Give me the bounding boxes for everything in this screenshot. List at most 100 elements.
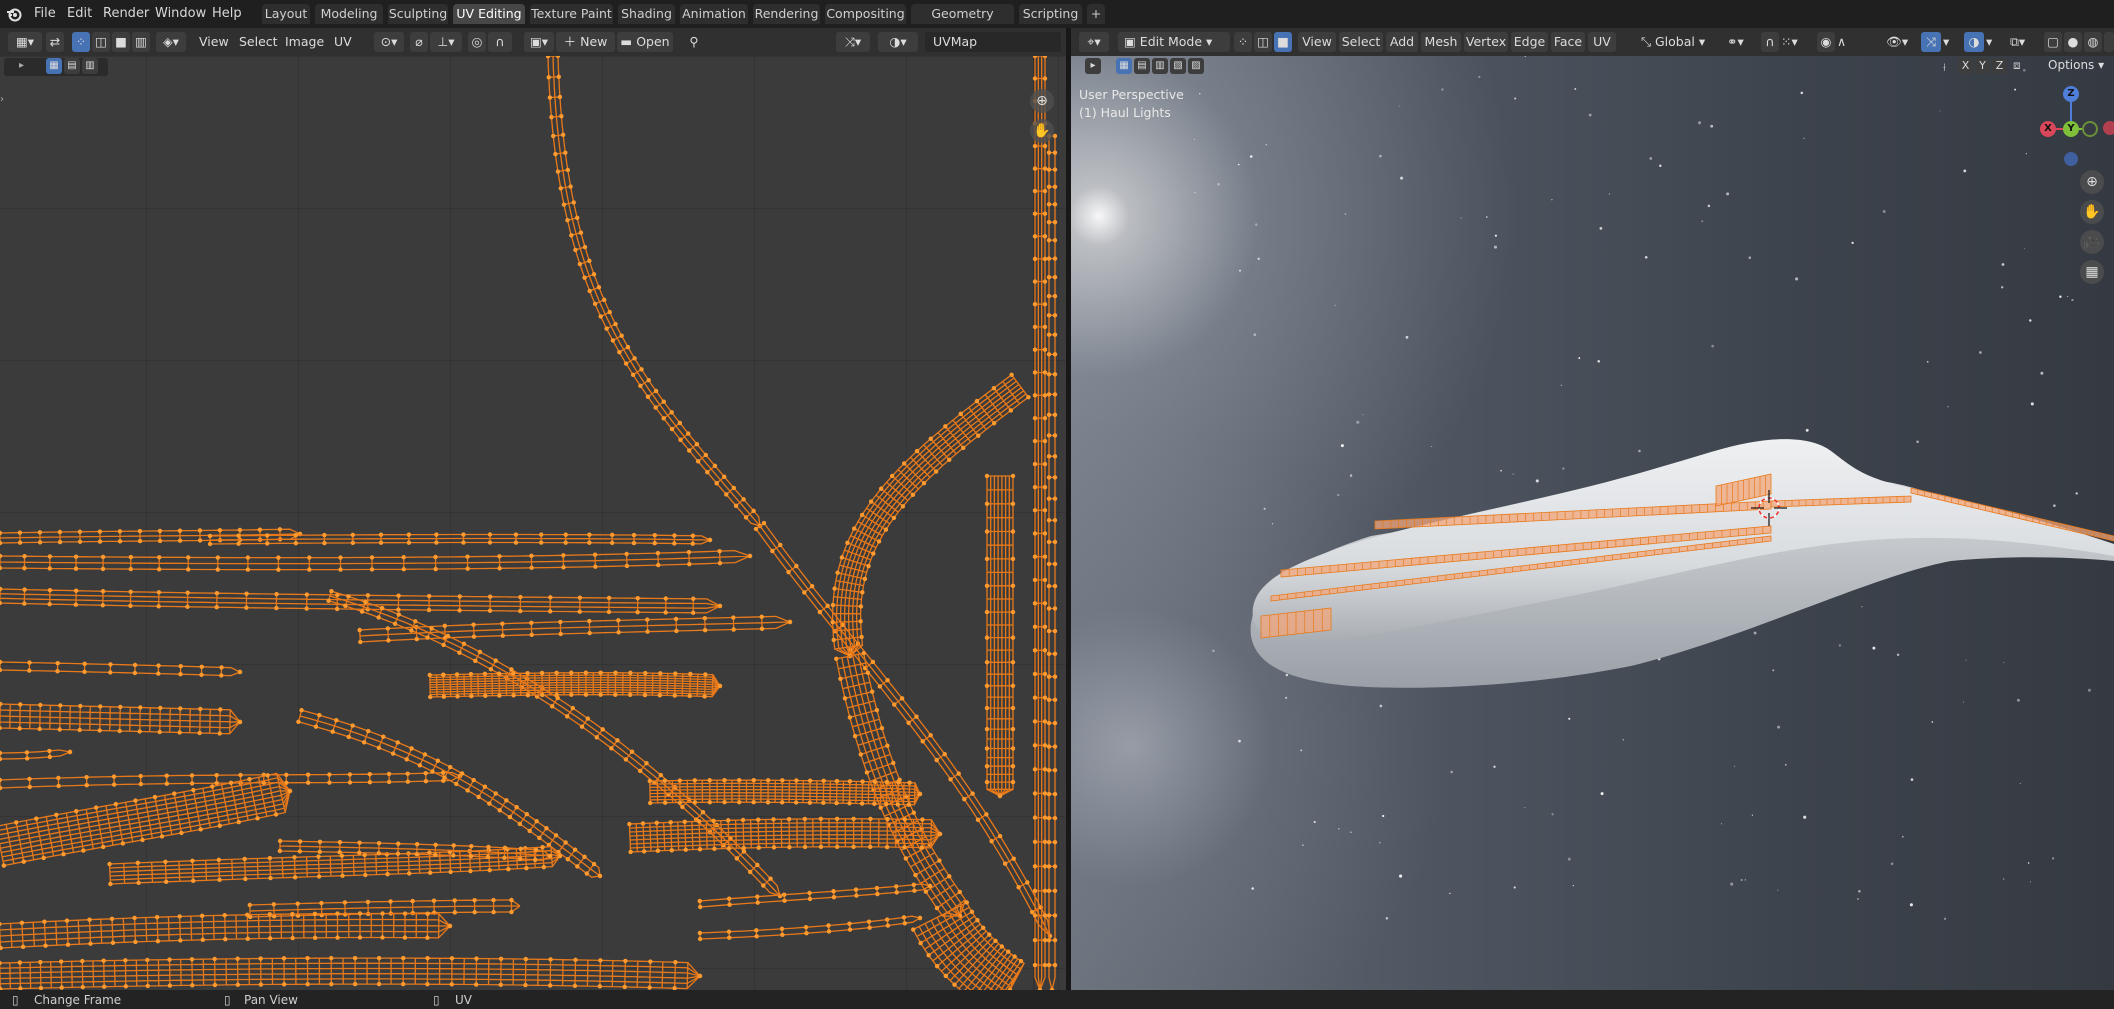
gizmo-x-axis[interactable]: X [2040,121,2056,137]
rendered-shading-icon[interactable] [2104,32,2114,52]
gizmo-neg-y-axis[interactable] [2082,121,2098,137]
vp-menu-view[interactable]: View [1298,32,1336,52]
tab-rendering[interactable]: Rendering [753,4,820,24]
pin-icon[interactable]: ⚲ [684,32,704,52]
viewport-gizmo-icon[interactable]: ⤨ [1921,32,1941,52]
tab-modeling[interactable]: Modeling [315,4,383,24]
gizmo-y-axis[interactable]: Y [2063,121,2079,137]
uv-menu-select[interactable]: Select [239,32,278,52]
select-subtract-icon[interactable]: ▥ [82,58,98,74]
menu-window[interactable]: Window [155,4,206,24]
overlay-dropdown-icon[interactable]: ▾ [1986,32,2000,52]
tab-scripting[interactable]: Scripting [1019,4,1082,24]
uv-menu-view[interactable]: View [199,32,229,52]
snap-target-icon[interactable]: ⊥▾ [430,32,462,52]
vp-menu-edge[interactable]: Edge [1511,32,1548,52]
uvmap-field[interactable]: UVMap [925,32,1061,52]
gizmo-dropdown-icon[interactable]: ▾ [1943,32,1957,52]
pivot-icon[interactable]: ⊙▾ [374,32,404,52]
vp-menu-select[interactable]: Select [1339,32,1383,52]
snap-icon[interactable]: ⌀ [410,32,428,52]
vertex-select-icon[interactable]: ⁘ [72,32,90,52]
tab-uv-editing[interactable]: UV Editing [453,4,525,24]
island-select-icon[interactable]: ▥ [132,32,150,52]
menu-help[interactable]: Help [212,4,242,24]
open-image-button[interactable]: ▬ Open [617,32,673,52]
mode-dropdown[interactable]: ▣ Edit Mode ▾ [1118,32,1230,52]
vp-select-subtract-icon[interactable]: ▥ [1152,58,1168,74]
vp-zoom-icon[interactable]: ⊕ [2080,170,2104,194]
vp-menu-vertex[interactable]: Vertex [1464,32,1508,52]
vp-menu-add[interactable]: Add [1386,32,1418,52]
ortho-toggle-icon[interactable]: ▦ [2080,260,2104,284]
gizmo-neg-z-axis[interactable] [2064,152,2078,166]
snap-increment-icon[interactable]: ⁙▾ [1781,32,1809,52]
mirror-y-toggle[interactable]: Y [1975,58,1990,74]
gizmo-toggle-icon[interactable]: ⤨▾ [836,32,870,52]
solid-shading-icon[interactable]: ● [2064,32,2082,52]
zoom-icon[interactable]: ⊕ [1030,89,1054,113]
edge-select-icon[interactable]: ◫ [92,32,110,52]
tab-sculpting[interactable]: Sculpting [388,4,448,24]
3d-viewport[interactable]: User Perspective (1) Haul Lights ▸ ▦ ▤ ▥… [1071,56,2114,990]
falloff-curve-icon[interactable]: ∧ [1837,32,1857,52]
edge-mode-icon[interactable]: ◫ [1254,32,1272,52]
hand-pan-icon[interactable]: ✋ [1030,119,1054,143]
navigation-gizmo[interactable]: Z X Y [2031,86,2114,166]
overlay-toggle-icon[interactable]: ◑▾ [878,32,918,52]
editor-type-3d-icon[interactable]: ⌖▾ [1079,32,1109,52]
options-dropdown[interactable]: Options ▾ [2048,58,2104,72]
uv-menu-uv[interactable]: UV [334,32,352,52]
pivot-point-icon[interactable]: ⚭▾ [1727,32,1757,52]
new-image-button[interactable]: ＋ New [556,32,615,52]
vp-select-extend-icon[interactable]: ▤ [1134,58,1150,74]
material-shading-icon[interactable]: ◍ [2084,32,2102,52]
tab-layout[interactable]: Layout [262,4,310,24]
vp-pan-icon[interactable]: ✋ [2080,200,2104,224]
gizmo-neg-x-axis[interactable] [2103,121,2114,135]
image-browse-icon[interactable]: ▣▾ [524,32,554,52]
sync-selection-icon[interactable]: ⇄ [46,32,64,52]
collapse-arrow-icon[interactable]: ▸ [19,60,24,71]
toolbar-toggle-icon[interactable]: › [0,94,4,105]
editor-type-icon[interactable]: ▦▾ [8,32,42,52]
sticky-select-icon[interactable]: ◈▾ [156,32,186,52]
vp-select-box-icon[interactable]: ▦ [1116,58,1132,74]
tab-compositing[interactable]: Compositing [825,4,906,24]
falloff-icon[interactable]: ∩ [488,32,512,52]
vp-menu-mesh[interactable]: Mesh [1421,32,1461,52]
select-box-icon[interactable]: ▦ [46,58,62,74]
snap-magnet-icon[interactable]: ∩ [1761,32,1779,52]
gizmo-z-axis[interactable]: Z [2063,86,2079,102]
menu-file[interactable]: File [34,4,56,24]
uv-menu-image[interactable]: Image [285,32,324,52]
vp-menu-face[interactable]: Face [1551,32,1585,52]
uv-editor-canvas[interactable]: ▸ ▦ ▤ ▥ ⊕ ✋ › [0,56,1066,990]
select-extend-icon[interactable]: ▤ [64,58,80,74]
xray-icon[interactable]: ⧉▾ [2010,32,2034,52]
tab-geometry-nodes[interactable]: Geometry Nodes [911,4,1014,41]
menu-edit[interactable]: Edit [67,4,92,24]
proportional-icon[interactable]: ◉ [1817,32,1835,52]
menu-render[interactable]: Render [103,4,149,24]
vertex-mode-icon[interactable]: ⁘ [1234,32,1252,52]
face-mode-icon[interactable]: ■ [1274,32,1292,52]
mirror-z-toggle[interactable]: Z [1992,58,2007,74]
orientation-dropdown[interactable]: ⤡ Global ▾ [1641,32,1721,52]
face-select-icon[interactable]: ■ [112,32,130,52]
vp-select-invert-icon[interactable]: ▧ [1170,58,1186,74]
blender-logo-icon[interactable] [6,6,22,22]
auto-merge-icon[interactable]: ⧈ [2013,58,2021,73]
vp-menu-uv[interactable]: UV [1588,32,1616,52]
vp-select-intersect-icon[interactable]: ▨ [1188,58,1204,74]
visibility-icon[interactable]: 👁▾ [1886,32,1916,52]
proportional-edit-icon[interactable]: ◎ [468,32,486,52]
wireframe-shading-icon[interactable]: ▢ [2044,32,2062,52]
camera-view-icon[interactable]: 🎥 [2080,230,2104,254]
tool-arrow-icon[interactable]: ▸ [1085,58,1101,74]
tab-animation[interactable]: Animation [680,4,748,24]
viewport-overlay-icon[interactable]: ◑ [1964,32,1984,52]
add-workspace-button[interactable]: + [1087,4,1105,24]
tab-texture-paint[interactable]: Texture Paint [530,4,613,24]
tab-shading[interactable]: Shading [618,4,675,24]
